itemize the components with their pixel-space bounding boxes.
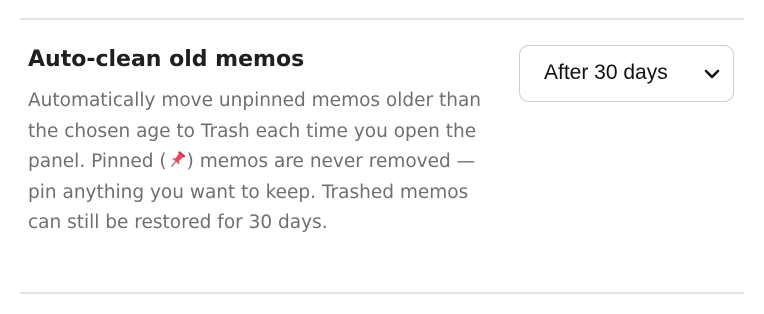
auto-clean-setting-row: Auto-clean old memos Automatically move … bbox=[28, 44, 736, 276]
setting-title: Auto-clean old memos bbox=[28, 47, 305, 72]
top-divider bbox=[20, 18, 744, 20]
auto-clean-age-select[interactable]: After 30 days bbox=[519, 45, 734, 102]
setting-description: Automatically move unpinned memos older … bbox=[28, 86, 486, 239]
chevron-down-icon bbox=[704, 69, 720, 79]
bottom-divider bbox=[20, 292, 744, 294]
pushpin-icon bbox=[167, 150, 187, 170]
selected-option: After 30 days bbox=[544, 61, 668, 84]
setting-text: Auto-clean old memos Automatically move … bbox=[28, 44, 486, 239]
